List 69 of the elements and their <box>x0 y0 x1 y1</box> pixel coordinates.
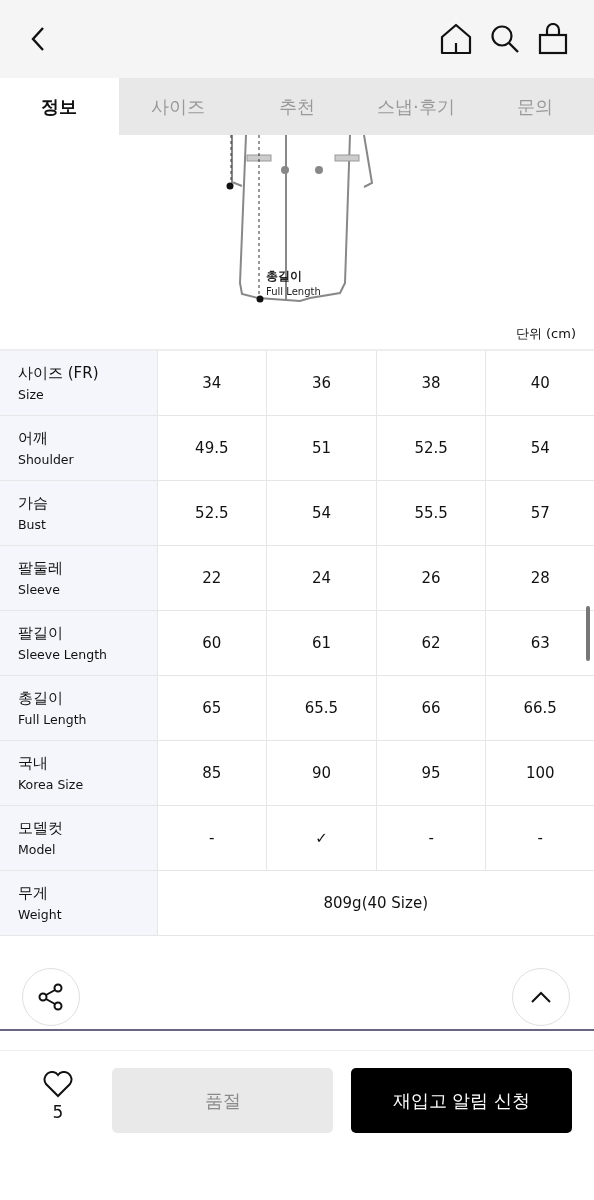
unit-label: 단위 (cm) <box>515 325 576 343</box>
chevron-up-icon <box>530 991 552 1003</box>
table-cell: - <box>485 805 594 871</box>
row-label: 사이즈 (FR) <box>18 364 99 383</box>
back-icon[interactable] <box>30 26 46 52</box>
row-label: 어깨 <box>18 429 48 448</box>
row-label-english: Sleeve <box>18 582 60 597</box>
diagram-label: 총길이 <box>266 269 302 283</box>
row-label: 팔길이 <box>18 624 63 643</box>
table-cell: 54 <box>266 480 377 546</box>
table-cell: ✓ <box>266 805 377 871</box>
table-cell: - <box>376 805 486 871</box>
tab[interactable]: 문의 <box>475 78 594 135</box>
row-label: 가슴 <box>18 494 48 513</box>
table-cell: 55.5 <box>376 480 486 546</box>
table-cell: 28 <box>485 545 594 611</box>
table-cell: 24 <box>266 545 377 611</box>
table-cell: 57 <box>485 480 594 546</box>
heart-icon[interactable] <box>43 1071 73 1098</box>
table-cell: - <box>157 805 267 871</box>
table-cell: 52.5 <box>157 480 267 546</box>
row-label: 국내 <box>18 754 48 773</box>
diagram-label: Full Length <box>266 286 321 297</box>
row-label-english: Full Length <box>18 712 87 727</box>
table-cell: 34 <box>157 350 267 416</box>
table-cell: 51 <box>266 415 377 481</box>
table-cell: 85 <box>157 740 267 806</box>
table-cell: 49.5 <box>157 415 267 481</box>
table-cell: 60 <box>157 610 267 676</box>
table-cell: 95 <box>376 740 486 806</box>
row-label-english: Model <box>18 842 56 857</box>
row-label-english: Weight <box>18 907 62 922</box>
row-label: 팔둘레 <box>18 559 63 578</box>
sold-out-button[interactable]: 품절 <box>112 1068 333 1133</box>
tab[interactable]: 추천 <box>237 78 357 135</box>
search-icon[interactable] <box>490 24 520 54</box>
tab[interactable]: 사이즈 <box>118 78 238 135</box>
share-icon <box>37 983 65 1011</box>
table-cell: 38 <box>376 350 486 416</box>
table-cell: 62 <box>376 610 486 676</box>
restock-alert-button[interactable]: 재입고 알림 신청 <box>351 1068 572 1133</box>
table-cell: 66.5 <box>485 675 594 741</box>
table-cell: 65.5 <box>266 675 377 741</box>
table-cell: 26 <box>376 545 486 611</box>
row-label-english: Size <box>18 387 44 402</box>
table-cell: 22 <box>157 545 267 611</box>
scrollbar <box>586 606 590 661</box>
table-cell: 100 <box>485 740 594 806</box>
table-cell: 36 <box>266 350 377 416</box>
table-cell: 52.5 <box>376 415 486 481</box>
row-label-english: Shoulder <box>18 452 74 467</box>
table-cell: 40 <box>485 350 594 416</box>
row-label: 무게 <box>18 884 48 903</box>
shopping-bag-icon[interactable] <box>538 23 568 55</box>
row-label-english: Sleeve Length <box>18 647 107 662</box>
table-cell: 66 <box>376 675 486 741</box>
tab[interactable]: 스냅·후기 <box>356 78 476 135</box>
table-cell: 809g(40 Size) <box>157 870 594 936</box>
home-icon[interactable] <box>440 23 472 55</box>
row-label-english: Korea Size <box>18 777 84 792</box>
table-cell: 90 <box>266 740 377 806</box>
table-cell: 54 <box>485 415 594 481</box>
row-label-english: Bust <box>18 517 46 532</box>
table-cell: 65 <box>157 675 267 741</box>
row-label: 모델컷 <box>18 819 63 838</box>
table-cell: 61 <box>266 610 377 676</box>
tab[interactable]: 정보 <box>0 78 119 135</box>
like-count: 5 <box>52 1102 64 1122</box>
row-label: 총길이 <box>18 689 63 708</box>
